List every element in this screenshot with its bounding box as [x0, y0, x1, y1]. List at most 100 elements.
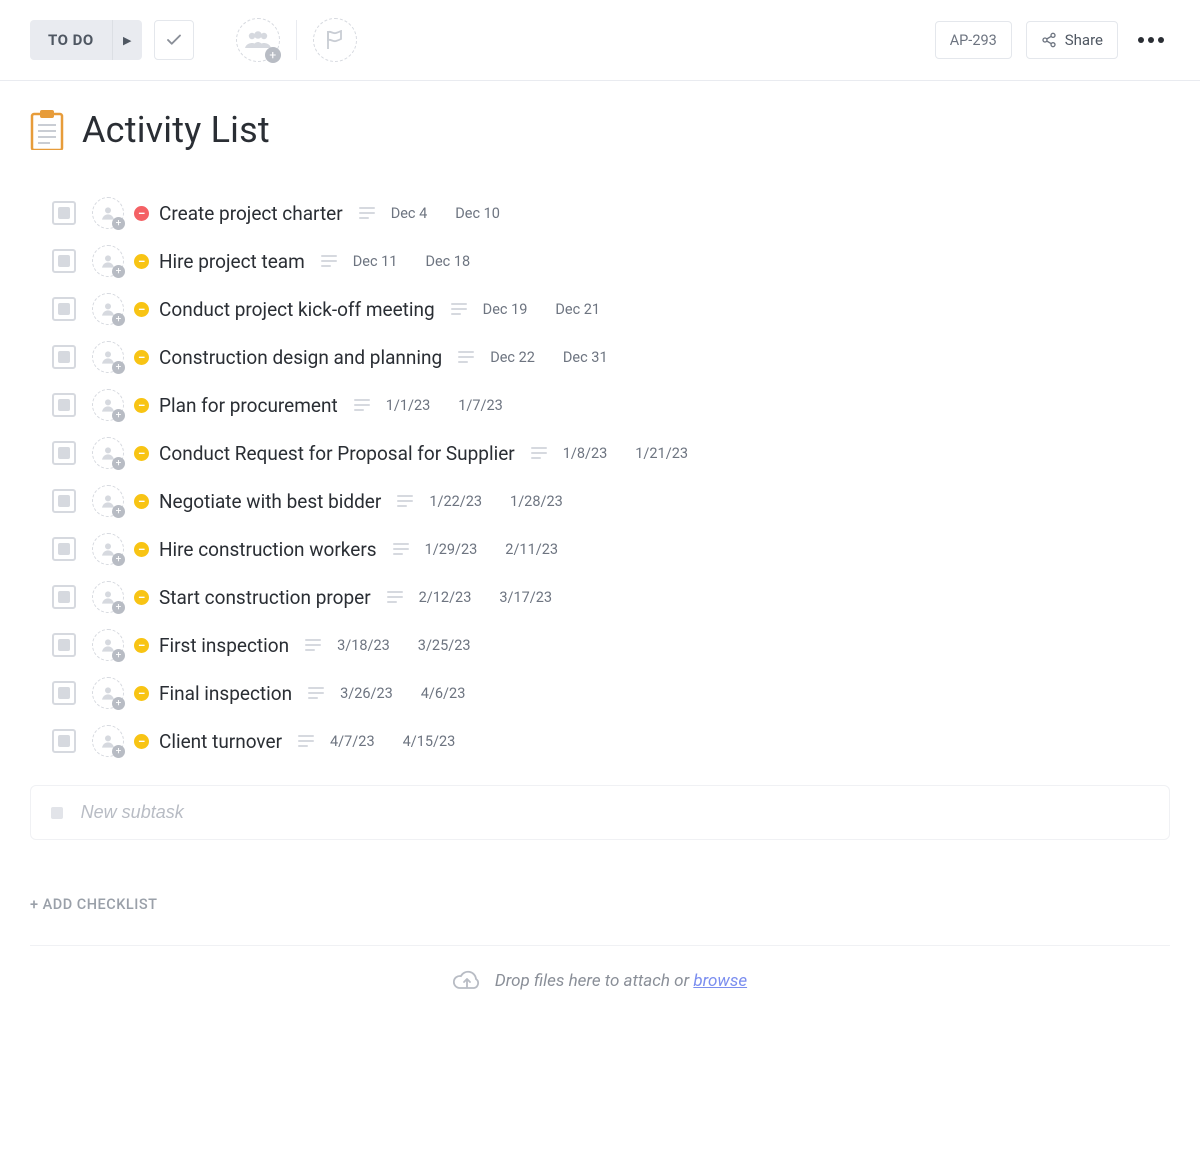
new-subtask-input[interactable] — [81, 802, 1149, 823]
task-checkbox[interactable] — [52, 441, 76, 465]
task-end-date[interactable]: 4/15/23 — [403, 733, 456, 750]
assignee-avatar[interactable]: + — [92, 485, 124, 517]
assignee-avatar[interactable]: + — [92, 677, 124, 709]
task-start-date[interactable]: 1/8/23 — [563, 445, 608, 462]
priority-flag-button[interactable] — [313, 18, 357, 62]
assignee-avatar[interactable]: + — [92, 725, 124, 757]
task-row[interactable]: +–First inspection 3/18/23 3/25/23 — [52, 621, 1170, 669]
new-subtask-row[interactable] — [30, 785, 1170, 840]
more-menu-button[interactable] — [1132, 37, 1170, 43]
assignee-avatar[interactable]: + — [92, 341, 124, 373]
priority-icon[interactable]: – — [134, 302, 149, 317]
task-end-date[interactable]: Dec 10 — [455, 205, 500, 222]
task-title[interactable]: First inspection — [159, 634, 289, 657]
task-start-date[interactable]: 4/7/23 — [330, 733, 375, 750]
task-row[interactable]: +–Conduct project kick-off meeting Dec 19… — [52, 285, 1170, 333]
task-title[interactable]: Conduct project kick-off meeting — [159, 298, 435, 321]
task-start-date[interactable]: 1/22/23 — [429, 493, 482, 510]
task-row[interactable]: +–Negotiate with best bidder 1/22/23 1/28/… — [52, 477, 1170, 525]
description-icon[interactable] — [298, 735, 314, 747]
task-checkbox[interactable] — [52, 633, 76, 657]
task-end-date[interactable]: 2/11/23 — [505, 541, 558, 558]
description-icon[interactable] — [397, 495, 413, 507]
assignee-avatar[interactable]: + — [92, 245, 124, 277]
drop-zone[interactable]: Drop files here to attach or browse — [30, 945, 1170, 1024]
description-icon[interactable] — [321, 255, 337, 267]
task-title[interactable]: Start construction proper — [159, 586, 371, 609]
priority-icon[interactable]: – — [134, 446, 149, 461]
description-icon[interactable] — [308, 687, 324, 699]
priority-icon[interactable]: – — [134, 350, 149, 365]
assignee-avatar[interactable]: + — [92, 197, 124, 229]
task-end-date[interactable]: Dec 31 — [563, 349, 608, 366]
task-start-date[interactable]: Dec 19 — [483, 301, 528, 318]
task-checkbox[interactable] — [52, 345, 76, 369]
assignee-avatar[interactable]: + — [92, 389, 124, 421]
description-icon[interactable] — [393, 543, 409, 555]
add-assignee-button[interactable]: + — [236, 18, 280, 62]
assignee-avatar[interactable]: + — [92, 293, 124, 325]
priority-icon[interactable]: – — [134, 542, 149, 557]
description-icon[interactable] — [305, 639, 321, 651]
priority-icon[interactable]: – — [134, 638, 149, 653]
priority-icon[interactable]: – — [134, 206, 149, 221]
task-start-date[interactable]: 3/18/23 — [337, 637, 390, 654]
task-title[interactable]: Construction design and planning — [159, 346, 442, 369]
status-chip[interactable]: TO DO ▶ — [30, 20, 142, 60]
task-title[interactable]: Negotiate with best bidder — [159, 490, 381, 513]
task-end-date[interactable]: 4/6/23 — [421, 685, 466, 702]
task-end-date[interactable]: 3/25/23 — [418, 637, 471, 654]
task-row[interactable]: +–Start construction proper 2/12/23 3/17/2… — [52, 573, 1170, 621]
task-title[interactable]: Hire construction workers — [159, 538, 377, 561]
task-row[interactable]: +–Plan for procurement1/1/231/7/23 — [52, 381, 1170, 429]
task-row[interactable]: +–Hire construction workers 1/29/23 2/11/2… — [52, 525, 1170, 573]
assignee-avatar[interactable]: + — [92, 629, 124, 661]
task-checkbox[interactable] — [52, 297, 76, 321]
assignee-avatar[interactable]: + — [92, 533, 124, 565]
browse-link[interactable]: browse — [693, 971, 747, 991]
task-start-date[interactable]: 2/12/23 — [419, 589, 472, 606]
task-row[interactable]: +–Hire project teamDec 11Dec 18 — [52, 237, 1170, 285]
task-title[interactable]: Create project charter — [159, 202, 343, 225]
task-checkbox[interactable] — [52, 681, 76, 705]
priority-icon[interactable]: – — [134, 398, 149, 413]
task-title[interactable]: Final inspection — [159, 682, 292, 705]
priority-icon[interactable]: – — [134, 494, 149, 509]
task-end-date[interactable]: 1/7/23 — [458, 397, 503, 414]
assignee-avatar[interactable]: + — [92, 437, 124, 469]
priority-icon[interactable]: – — [134, 254, 149, 269]
task-checkbox[interactable] — [52, 393, 76, 417]
task-checkbox[interactable] — [52, 249, 76, 273]
assignee-avatar[interactable]: + — [92, 581, 124, 613]
task-end-date[interactable]: 3/17/23 — [499, 589, 552, 606]
priority-icon[interactable]: – — [134, 686, 149, 701]
task-start-date[interactable]: Dec 11 — [353, 253, 398, 270]
task-end-date[interactable]: 1/28/23 — [510, 493, 563, 510]
description-icon[interactable] — [354, 399, 370, 411]
task-checkbox[interactable] — [52, 537, 76, 561]
task-id-chip[interactable]: AP-293 — [935, 21, 1012, 59]
task-row[interactable]: +–Final inspection 3/26/23 4/6/23 — [52, 669, 1170, 717]
task-row[interactable]: +–Conduct Request for Proposal for Suppl… — [52, 429, 1170, 477]
task-title[interactable]: Conduct Request for Proposal for Supplie… — [159, 442, 515, 465]
description-icon[interactable] — [387, 591, 403, 603]
complete-button[interactable] — [154, 20, 194, 60]
task-start-date[interactable]: 3/26/23 — [340, 685, 393, 702]
task-row[interactable]: +–Client turnover4/7/234/15/23 — [52, 717, 1170, 765]
priority-icon[interactable]: – — [134, 590, 149, 605]
task-start-date[interactable]: Dec 22 — [490, 349, 535, 366]
task-start-date[interactable]: 1/29/23 — [425, 541, 478, 558]
task-title[interactable]: Hire project team — [159, 250, 305, 273]
task-checkbox[interactable] — [52, 585, 76, 609]
description-icon[interactable] — [531, 447, 547, 459]
task-checkbox[interactable] — [52, 729, 76, 753]
task-title[interactable]: Client turnover — [159, 730, 282, 753]
task-title[interactable]: Plan for procurement — [159, 394, 338, 417]
chevron-right-icon[interactable]: ▶ — [112, 20, 142, 60]
task-start-date[interactable]: Dec 4 — [391, 205, 428, 222]
description-icon[interactable] — [451, 303, 467, 315]
task-checkbox[interactable] — [52, 201, 76, 225]
task-checkbox[interactable] — [52, 489, 76, 513]
page-title[interactable]: Activity List — [82, 109, 270, 151]
task-row[interactable]: +–Construction design and planning Dec 22… — [52, 333, 1170, 381]
